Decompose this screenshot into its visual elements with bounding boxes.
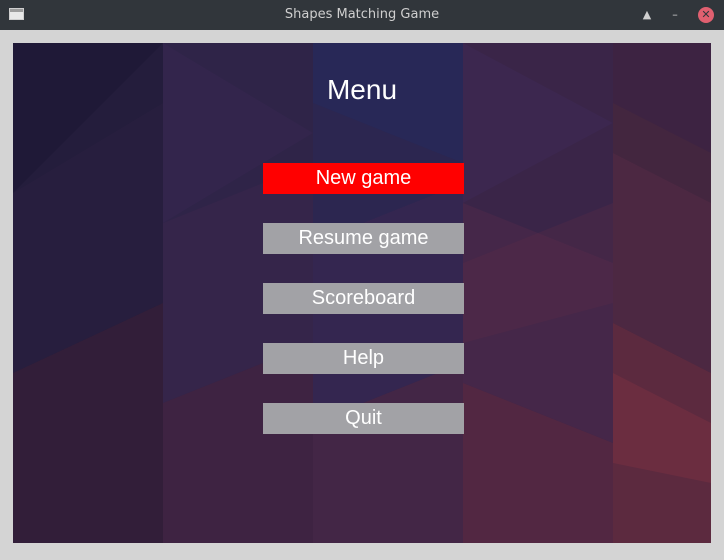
minimize-icon[interactable]: –	[666, 6, 684, 24]
new-game-button[interactable]: New game	[263, 163, 464, 194]
help-button[interactable]: Help	[263, 343, 464, 374]
quit-button[interactable]: Quit	[263, 403, 464, 434]
close-icon[interactable]: ✕	[698, 7, 714, 23]
window-title: Shapes Matching Game	[284, 7, 440, 22]
menu-title: Menu	[326, 74, 398, 105]
game-menu-canvas: Menu New game Resume game Scoreboard Hel…	[13, 43, 711, 543]
keep-above-icon[interactable]: ▲	[638, 6, 656, 24]
resume-game-button[interactable]: Resume game	[263, 223, 464, 254]
scoreboard-button[interactable]: Scoreboard	[263, 283, 464, 314]
window-titlebar[interactable]: Shapes Matching Game ▲ – ✕	[0, 0, 724, 30]
